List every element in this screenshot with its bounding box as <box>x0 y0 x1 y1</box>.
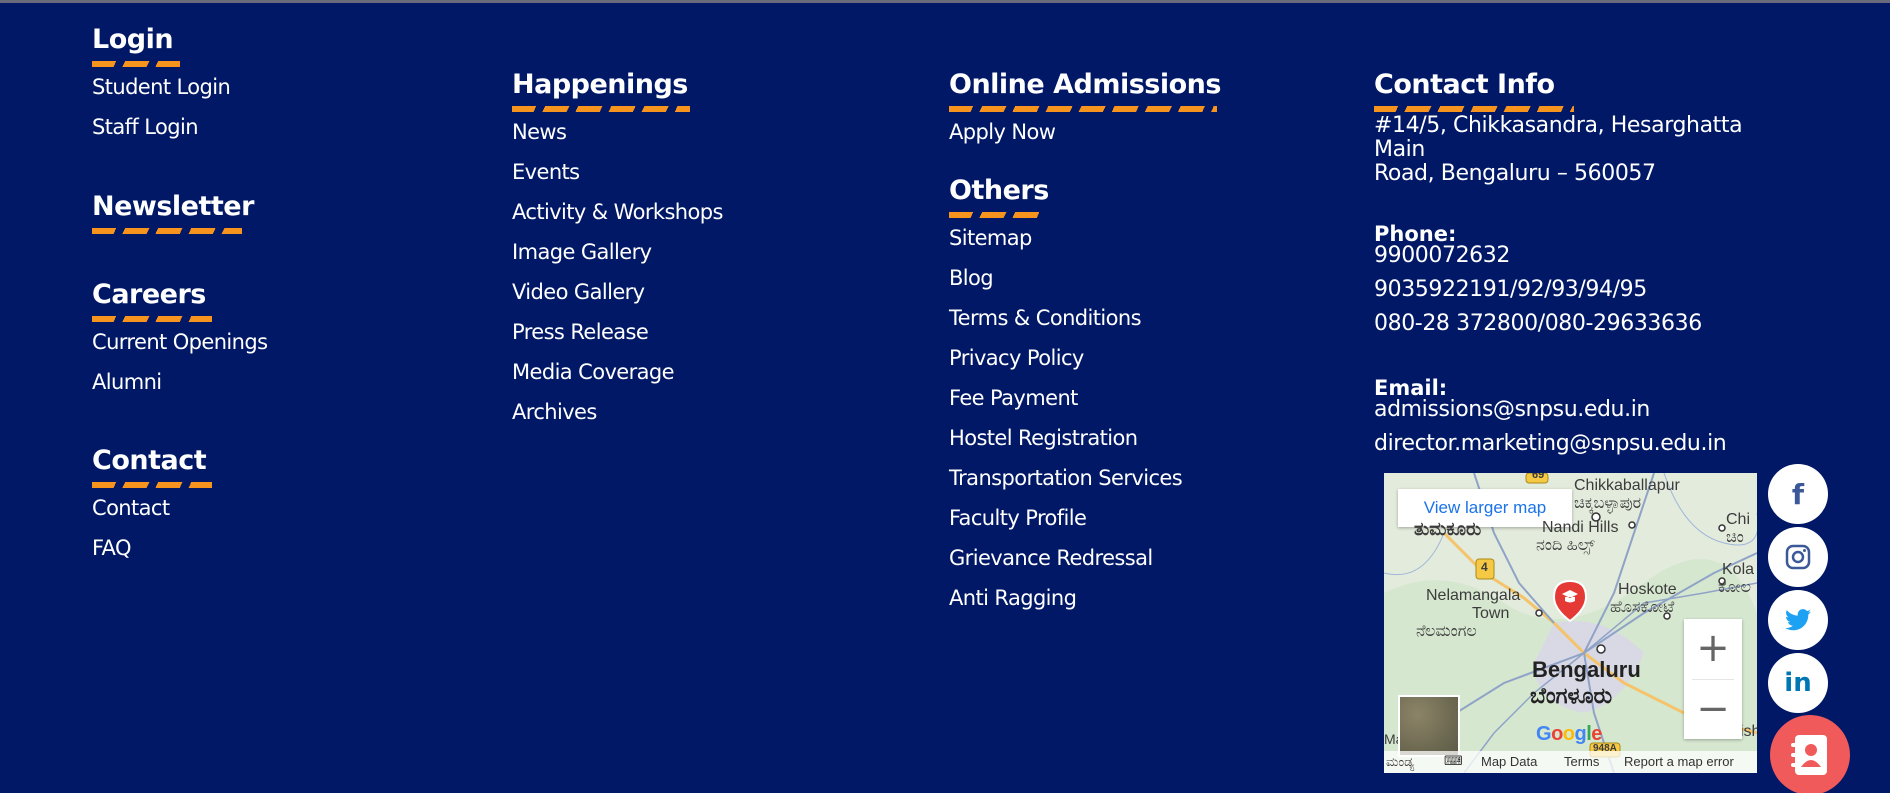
map-label: Kola <box>1722 561 1755 578</box>
alumni-link[interactable]: Alumni <box>92 362 392 402</box>
map-label: 69 <box>1532 473 1545 481</box>
news-link[interactable]: News <box>512 112 892 152</box>
image-gallery-link[interactable]: Image Gallery <box>512 232 892 272</box>
linkedin-icon: in <box>1784 668 1812 698</box>
transportation-services-link[interactable]: Transportation Services <box>949 458 1349 498</box>
anti-ragging-link[interactable]: Anti Ragging <box>949 578 1349 618</box>
happenings-links: News Events Activity & Workshops Image G… <box>512 112 892 432</box>
phone-number[interactable]: 9900072632 <box>1374 239 1794 273</box>
happenings-column: Happenings News Events Activity & Worksh… <box>512 68 892 432</box>
contact-heading: Contact <box>92 445 207 476</box>
report-map-error-link[interactable]: Report a map error <box>1624 751 1734 773</box>
map-footer: ಮಂಡ್ಯ ⌨ Map Data Terms Report a map erro… <box>1384 751 1757 773</box>
careers-heading: Careers <box>92 279 206 310</box>
activity-workshops-link[interactable]: Activity & Workshops <box>512 192 892 232</box>
phone-number[interactable]: 080-28 372800/080-29633636 <box>1374 307 1794 341</box>
map-label: ನೆಲಮಂಗಲ <box>1416 623 1477 640</box>
map-label: ಚಿಂ <box>1726 529 1744 546</box>
media-coverage-link[interactable]: Media Coverage <box>512 352 892 392</box>
map-label: ಹೊಸಕೋಟೆ <box>1610 599 1675 616</box>
zoom-in-button[interactable]: + <box>1684 619 1742 679</box>
faq-link[interactable]: FAQ <box>92 528 392 568</box>
google-map[interactable]: View larger map 69 Chikkaballapur ಚಿಕ್ಕಬ… <box>1384 473 1757 773</box>
twitter-button[interactable] <box>1768 590 1828 650</box>
contact-link[interactable]: Contact <box>92 488 392 528</box>
email-address[interactable]: admissions@snpsu.edu.in <box>1374 393 1794 427</box>
instagram-button[interactable] <box>1768 527 1828 587</box>
contact-info-column: Contact Info #14/5, Chikkasandra, Hesarg… <box>1374 68 1794 461</box>
archives-link[interactable]: Archives <box>512 392 892 432</box>
address-line-2: Road, Bengaluru – 560057 <box>1374 161 1656 186</box>
online-admissions-heading: Online Admissions <box>949 69 1221 100</box>
newsletter-heading: Newsletter <box>92 191 254 222</box>
satellite-toggle[interactable] <box>1398 695 1460 757</box>
contact-book-button[interactable] <box>1770 715 1850 793</box>
facebook-button[interactable]: f <box>1768 464 1828 524</box>
map-label: ಚಿಕ್ಕಬಳ್ಳಾಪುರ <box>1574 495 1642 512</box>
heading-underline <box>92 228 242 234</box>
faculty-profile-link[interactable]: Faculty Profile <box>949 498 1349 538</box>
map-label: Bengaluru <box>1532 657 1641 682</box>
current-openings-link[interactable]: Current Openings <box>92 322 392 362</box>
zoom-out-button[interactable]: − <box>1684 680 1742 740</box>
map-label: Nandi Hills <box>1542 519 1619 536</box>
privacy-policy-link[interactable]: Privacy Policy <box>949 338 1349 378</box>
map-label: Town <box>1472 605 1510 622</box>
grievance-redressal-link[interactable]: Grievance Redressal <box>949 538 1349 578</box>
events-link[interactable]: Events <box>512 152 892 192</box>
happenings-heading: Happenings <box>512 69 688 100</box>
apply-now-link[interactable]: Apply Now <box>949 112 1349 152</box>
map-label: 4 <box>1481 560 1488 574</box>
phone-number[interactable]: 9035922191/92/93/94/95 <box>1374 273 1794 307</box>
fee-payment-link[interactable]: Fee Payment <box>949 378 1349 418</box>
address-line-1: #14/5, Chikkasandra, Hesarghatta Main <box>1374 113 1743 162</box>
map-label: Nelamangala <box>1426 587 1521 604</box>
map-label: Hoskote <box>1618 581 1677 598</box>
others-heading: Others <box>949 175 1049 206</box>
map-label: ನಂದಿ ಹಿಲ್ಸ್ <box>1536 537 1595 554</box>
terms-link[interactable]: Terms & Conditions <box>949 298 1349 338</box>
sitemap-link[interactable]: Sitemap <box>949 218 1349 258</box>
hostel-registration-link[interactable]: Hostel Registration <box>949 418 1349 458</box>
staff-login-link[interactable]: Staff Login <box>92 107 392 147</box>
map-label: Chi <box>1726 511 1751 528</box>
contact-info-heading: Contact Info <box>1374 69 1555 100</box>
map-label: Chikkaballapur <box>1574 477 1680 494</box>
newsletter-section: Newsletter <box>92 190 392 242</box>
map-data-link[interactable]: Map Data <box>1481 751 1537 773</box>
email-address[interactable]: director.marketing@snpsu.edu.in <box>1374 427 1794 461</box>
keyboard-shortcuts-icon[interactable]: ⌨ <box>1444 751 1463 773</box>
map-label: ತುಮಕೂರು <box>1414 519 1482 539</box>
twitter-icon <box>1785 609 1811 631</box>
login-section: Login Student Login Staff Login <box>92 23 392 147</box>
login-heading: Login <box>92 24 174 55</box>
contact-book-icon <box>1791 735 1827 775</box>
admissions-column: Online Admissions Apply Now Others Sitem… <box>949 68 1349 618</box>
blog-link[interactable]: Blog <box>949 258 1349 298</box>
facebook-icon: f <box>1791 477 1805 511</box>
video-gallery-link[interactable]: Video Gallery <box>512 272 892 312</box>
heading-underline <box>1374 106 1574 112</box>
map-label: ಕೋಲ <box>1718 579 1752 596</box>
instagram-icon <box>1785 544 1811 570</box>
map-label: ಬೆಂಗಳೂರು <box>1530 683 1613 708</box>
careers-section: Careers Current Openings Alumni <box>92 278 392 402</box>
map-label: ಮಂಡ್ಯ <box>1386 754 1415 769</box>
map-zoom-control: + − <box>1684 619 1742 739</box>
contact-section: Contact Contact FAQ <box>92 444 392 568</box>
student-login-link[interactable]: Student Login <box>92 67 392 107</box>
others-links: Sitemap Blog Terms & Conditions Privacy … <box>949 218 1349 618</box>
google-logo: Google <box>1536 723 1602 745</box>
press-release-link[interactable]: Press Release <box>512 312 892 352</box>
linkedin-button[interactable]: in <box>1768 653 1828 713</box>
terms-map-link[interactable]: Terms <box>1564 751 1599 773</box>
